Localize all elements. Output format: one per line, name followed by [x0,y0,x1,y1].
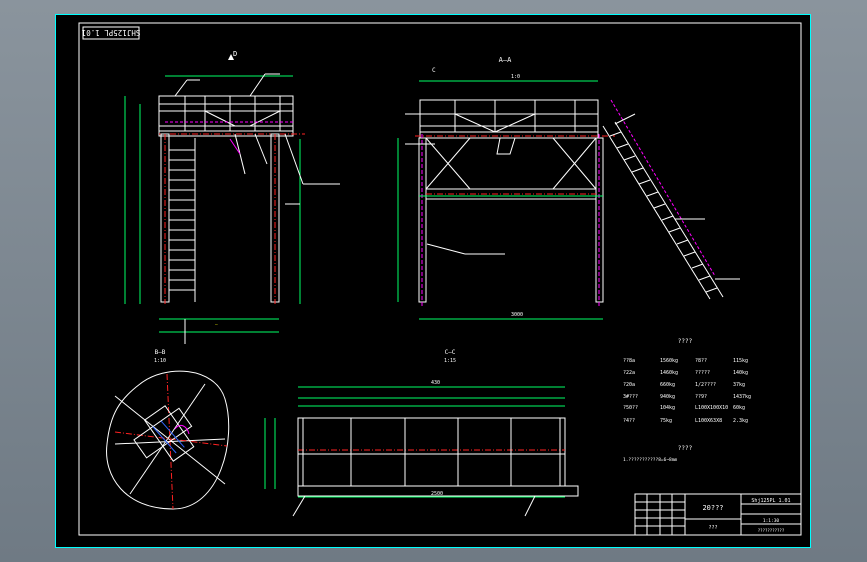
svg-text:—: — [215,323,218,328]
drawing-scale: 1:1:30 [763,518,780,524]
svg-text:1437kg: 1437kg [733,394,751,400]
plan-total-dim: 430 [431,380,440,386]
material-row: ?4?? 75kg L100X63X8 2.3kg [623,418,748,424]
materials-title: ???? [678,338,693,345]
svg-text:75kg: 75kg [660,418,672,424]
side-mid-dim: 3000 [511,312,523,318]
front-view-label: D [233,50,237,58]
svg-text:1560kg: 1560kg [660,358,678,364]
svg-text:?8??: ?8?? [695,358,707,364]
svg-text:660kg: 660kg [660,382,675,388]
title-footer: ??????????? [758,528,785,533]
material-row: ?50?? 104kg L100X100X10 60kg [623,405,745,411]
svg-text:140kg: 140kg [733,370,748,376]
svg-text:?20a: ?20a [623,382,635,388]
svg-text:1/2????: 1/2???? [695,382,716,388]
plan-bottom-dim: 2500 [431,491,443,497]
svg-text:1460kg: 1460kg [660,370,678,376]
material-row: 3#??? 940kg ??9? 1437kg [623,394,751,400]
material-row: ??8a 1560kg ?8?? 115kg [623,358,748,364]
side-view-tag: C [432,67,436,74]
drawing-canvas: SHJ125PL 1.01 D — A—A C 1:0 3000 B—B 1:1… [55,14,811,548]
svg-text:3#???: 3#??? [623,394,638,400]
side-view-label: A—A [499,56,512,64]
svg-text:104kg: 104kg [660,405,675,411]
drawing-code: Shj125PL 1.01 [751,498,790,504]
front-view: D — [124,50,340,344]
section-c-scale: 1:15 [444,358,456,364]
company-name: ??? [708,525,717,531]
material-row: ?22a 1460kg ????? 140kg [623,370,748,376]
cad-viewport: SHJ125PL 1.01 D — A—A C 1:0 3000 B—B 1:1… [0,0,867,562]
technical-notes: ???? 1.???????????8=6~8mm [623,445,693,463]
svg-text:?50??: ?50?? [623,405,638,411]
drawing-sheet: SHJ125PL 1.01 D — A—A C 1:0 3000 B—B 1:1… [55,14,811,548]
svg-text:37kg: 37kg [733,382,745,388]
svg-text:?????: ????? [695,370,710,376]
section-c-view: C—C 1:15 430 2500 [264,349,579,517]
svg-text:2.3kg: 2.3kg [733,418,748,424]
svg-text:??8a: ??8a [623,358,635,364]
materials-table: ???? ??8a 1560kg ?8?? 115kg ?22a 1460kg … [623,338,751,424]
section-b-label: B—B [155,349,166,356]
stamp-text: SHJ125PL 1.01 [82,28,141,37]
material-row: ?20a 660kg 1/2???? 37kg [623,382,745,388]
side-top-dim: 1:0 [511,74,520,80]
svg-text:?22a: ?22a [623,370,635,376]
drawing-name: 20??? [702,504,723,512]
svg-text:115kg: 115kg [733,358,748,364]
svg-text:60kg: 60kg [733,405,745,411]
stamp-box: SHJ125PL 1.01 [82,26,141,40]
svg-text:940kg: 940kg [660,394,675,400]
svg-text:L100X100X10: L100X100X10 [695,405,728,411]
section-b-scale: 1:10 [154,358,166,364]
svg-text:??9?: ??9? [695,394,707,400]
title-block: 20??? Shj125PL 1.01 1:1:30 ??? ?????????… [634,493,802,536]
section-c-label: C—C [445,349,456,356]
notes-title: ???? [678,445,693,452]
side-view: A—A C 1:0 3000 [397,56,740,320]
notes-text: 1.???????????8=6~8mm [623,457,677,463]
section-b-view: B—B 1:10 [106,349,230,510]
svg-text:?4??: ?4?? [623,418,635,424]
svg-text:L100X63X8: L100X63X8 [695,418,722,424]
